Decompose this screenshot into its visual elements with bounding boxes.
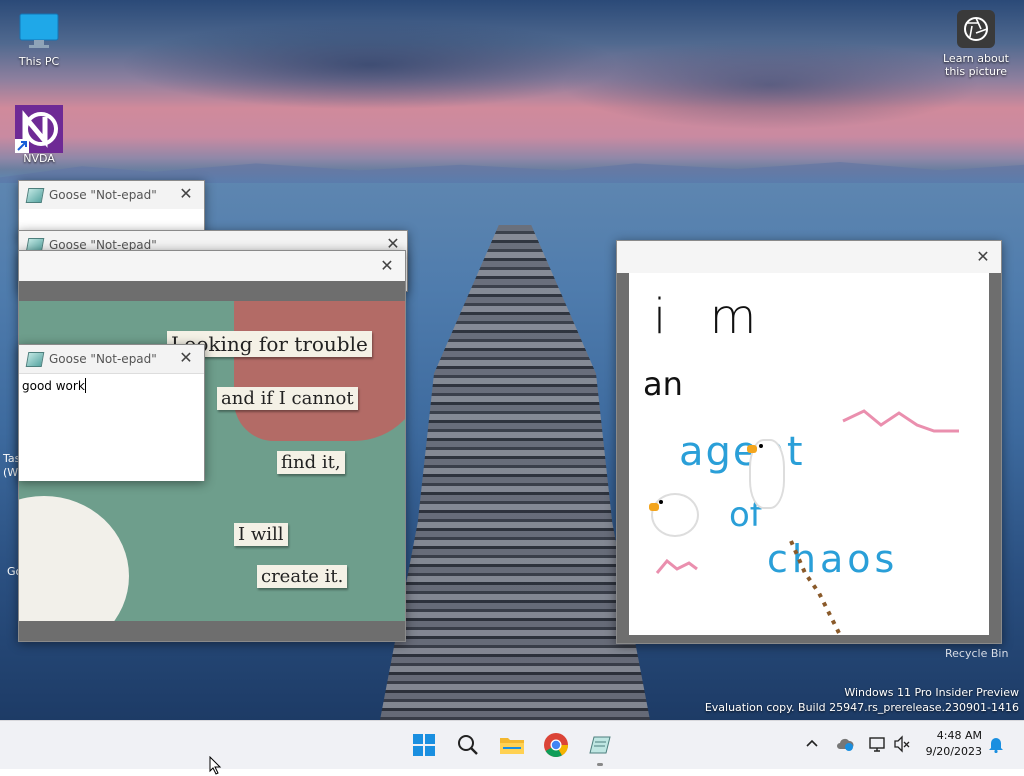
search-icon — [458, 735, 478, 755]
image-frame: i m an agent of chaos — [617, 273, 1001, 643]
notepad-icon — [25, 188, 45, 203]
close-icon[interactable]: ✕ — [176, 348, 196, 367]
notepad-text: good work — [22, 379, 85, 393]
network-icon — [869, 737, 885, 752]
clock-time: 4:48 AM — [936, 729, 982, 742]
nvda-logo-icon — [15, 105, 63, 153]
window-titlebar[interactable]: ✕ — [19, 251, 405, 281]
goose-beak — [747, 445, 757, 453]
notepad-icon — [25, 352, 45, 367]
goose-sprite — [747, 441, 783, 507]
drawing-canvas: i m an agent of chaos — [629, 273, 989, 635]
camera-aperture-icon — [957, 10, 995, 48]
clock[interactable]: 4:48 AM 9/20/2023 — [922, 728, 982, 760]
meme-red-shape — [234, 301, 405, 441]
volume-muted-icon — [894, 735, 910, 753]
goose-notepad-taskbar-button[interactable] — [584, 729, 616, 766]
bell-icon — [989, 738, 1003, 754]
desktop-icon-this-pc[interactable]: This PC — [1, 10, 77, 68]
file-explorer-button[interactable] — [496, 729, 528, 761]
partial-desktop-label: (W — [3, 466, 19, 479]
text-caret — [85, 378, 86, 393]
desktop-icon-label: NVDA — [23, 152, 55, 165]
watermark-line1: Windows 11 Pro Insider Preview — [844, 686, 1019, 699]
monitor-icon — [18, 10, 60, 52]
meme-white-shape — [19, 496, 129, 621]
window-titlebar[interactable]: ✕ — [617, 241, 1001, 273]
goose-sprite — [649, 495, 697, 535]
drawing-window[interactable]: ✕ i m an agent of chaos — [616, 240, 1002, 644]
close-icon[interactable]: ✕ — [176, 184, 196, 203]
goose-eye — [759, 444, 763, 448]
network-tray-icon[interactable] — [868, 735, 886, 756]
onedrive-tray-icon[interactable] — [835, 736, 855, 755]
running-indicator — [597, 763, 603, 766]
notifications-button[interactable] — [988, 735, 1004, 756]
goose-eye — [659, 500, 663, 504]
learn-about-line1: Learn about — [943, 52, 1009, 65]
close-icon[interactable]: ✕ — [973, 247, 993, 266]
wallpaper-pier — [380, 225, 650, 720]
goose-notepad-window[interactable]: Goose "Not-epad" ✕ good work — [18, 344, 205, 481]
show-hidden-icons-button[interactable] — [804, 735, 820, 755]
meme-text-line: create it. — [257, 565, 348, 588]
recycle-bin-label[interactable]: Recycle Bin — [945, 647, 1008, 660]
volume-tray-icon[interactable] — [893, 735, 911, 756]
chevron-up-icon — [806, 739, 818, 747]
taskbar: 4:48 AM 9/20/2023 — [0, 720, 1024, 769]
learn-about-picture[interactable]: Learn about this picture — [938, 10, 1014, 78]
window-titlebar[interactable]: Goose "Not-epad" ✕ — [19, 345, 204, 373]
scribble-shapes — [655, 409, 959, 634]
goose-notepad-icon — [589, 736, 611, 754]
meme-text-line: find it, — [277, 451, 345, 474]
window-titlebar[interactable]: Goose "Not-epad" ✕ — [19, 181, 204, 209]
start-button[interactable] — [408, 729, 440, 761]
close-icon[interactable]: ✕ — [377, 256, 397, 275]
wallpaper-mountains — [0, 162, 1024, 183]
start-icon — [413, 734, 435, 756]
evaluation-watermark: Windows 11 Pro Insider Preview Evaluatio… — [705, 685, 1019, 715]
goose-beak — [649, 503, 659, 511]
wallpaper-cloud — [560, 40, 980, 130]
learn-about-line2: this picture — [945, 65, 1007, 78]
meme-text-line: I will — [234, 523, 288, 546]
window-title: Goose "Not-epad" — [49, 352, 157, 366]
cloud-icon — [837, 738, 854, 751]
wallpaper-cloud — [120, 20, 620, 110]
window-title: Goose "Not-epad" — [49, 188, 157, 202]
desktop-icon-label: This PC — [18, 55, 60, 68]
meme-text-line: and if I cannot — [217, 387, 358, 410]
notepad-text-area[interactable]: good work — [19, 373, 204, 481]
chrome-button[interactable] — [540, 729, 572, 761]
clock-date: 9/20/2023 — [925, 745, 982, 758]
watermark-line2: Evaluation copy. Build 25947.rs_prerelea… — [704, 701, 1019, 714]
search-button[interactable] — [452, 729, 484, 761]
desktop-icon-nvda[interactable]: NVDA — [1, 105, 77, 165]
file-explorer-icon — [500, 738, 524, 754]
chrome-icon — [544, 733, 568, 758]
mouse-cursor — [209, 756, 222, 775]
